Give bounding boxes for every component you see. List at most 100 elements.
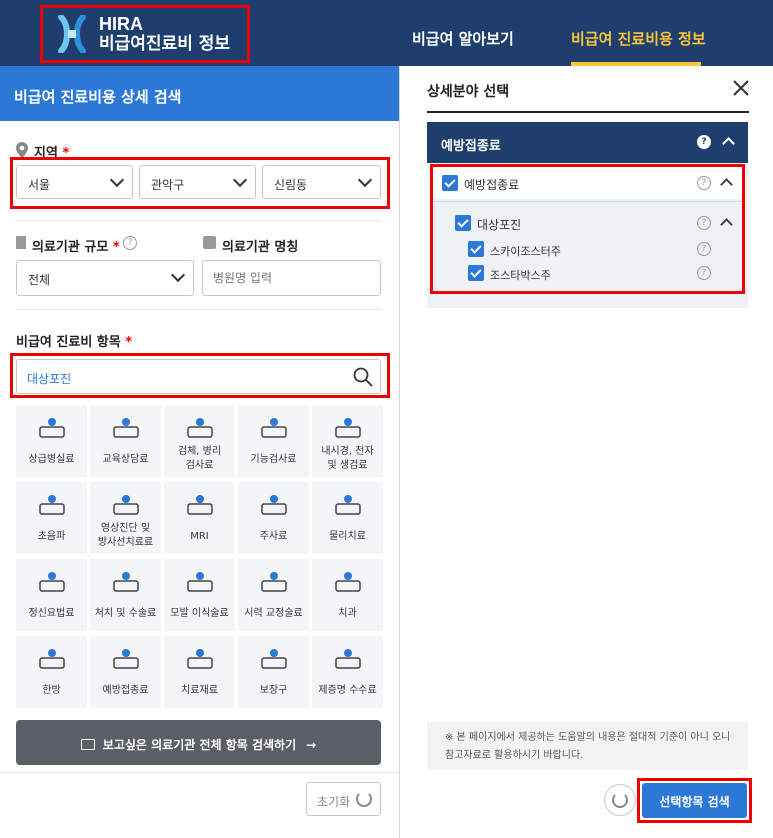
category-tile[interactable]: 보장구 <box>238 636 309 708</box>
category-label: 정신요법료 <box>28 608 75 619</box>
category-label: 치료재료 <box>181 685 218 696</box>
tree-item-level2[interactable]: 스카이조스터주 ? <box>465 238 742 262</box>
mri-icon <box>184 490 216 522</box>
category-tile[interactable]: 교육상담료 <box>90 405 161 477</box>
category-tile[interactable]: 모발 이식술료 <box>164 559 235 631</box>
location-pin-icon <box>16 142 28 158</box>
checkbox-checked[interactable] <box>468 265 484 281</box>
sigungu-select[interactable]: 관악구 <box>139 165 256 199</box>
section-header[interactable]: 예방접종료 ? <box>427 122 748 163</box>
logo-title: HIRA <box>99 14 143 34</box>
tree-label: 예방접종료 <box>464 178 520 192</box>
category-tile[interactable]: 물리치료 <box>312 482 383 554</box>
category-label: 모발 이식술료 <box>170 608 229 619</box>
refresh-icon <box>612 792 628 808</box>
divider <box>0 772 400 773</box>
sido-select[interactable]: 서울 <box>16 165 133 199</box>
help-icon[interactable]: ? <box>123 236 137 250</box>
category-tile[interactable]: 치료재료 <box>164 636 235 708</box>
category-label: 초음파 <box>37 531 66 542</box>
refresh-button[interactable] <box>604 784 636 816</box>
chevron-up-icon[interactable] <box>720 218 733 231</box>
category-label: 상급병실료 <box>28 454 75 465</box>
tree-item-level0[interactable]: 예방접종료 ? <box>433 167 742 199</box>
selected-search-button[interactable]: 선택항목 검색 <box>642 783 747 818</box>
nav-noncovered-intro[interactable]: 비급여 알아보기 <box>412 28 514 49</box>
chevron-up-icon[interactable] <box>722 137 735 150</box>
scale-label: 의료기관 규모 * <box>32 240 120 255</box>
refresh-icon <box>356 791 372 807</box>
category-tile[interactable]: 예방접종료 <box>90 636 161 708</box>
help-icon[interactable]: ? <box>697 266 711 280</box>
category-tile[interactable]: 기능검사료 <box>238 405 309 477</box>
category-label: 제증명 수수료 <box>318 685 377 696</box>
chevron-down-icon <box>357 172 373 188</box>
scale-select[interactable]: 전체 <box>16 260 194 296</box>
dong-select[interactable]: 신림동 <box>262 165 381 199</box>
tree-item-level2[interactable]: 조스타박스주 ? <box>465 262 742 286</box>
help-icon[interactable]: ? <box>697 135 711 149</box>
category-tile[interactable]: MRI <box>164 482 235 554</box>
vaccine-icon <box>110 644 142 676</box>
category-label: 예방접종료 <box>102 685 149 696</box>
category-tile[interactable]: 시력 교정술료 <box>238 559 309 631</box>
item-search-input[interactable]: 대상포진 <box>16 359 381 394</box>
certificate-icon <box>332 644 364 676</box>
hair-transplant-icon <box>184 567 216 599</box>
category-tile[interactable]: 검체, 병리 검사료 <box>164 405 235 477</box>
section-title: 예방접종료 <box>441 139 501 154</box>
item-label: 비급여 진료비 항목 * <box>16 335 133 350</box>
divider <box>433 201 742 202</box>
building-icon <box>16 236 26 249</box>
chevron-up-icon[interactable] <box>720 178 733 191</box>
material-icon <box>184 644 216 676</box>
help-notice: ※ 본 페이지에서 제공하는 도움말의 내용은 절대적 기준이 아니 오니참고자… <box>427 722 748 770</box>
full-search-button[interactable]: 보고싶은 의료기관 전체 항목 검색하기 → <box>16 720 381 765</box>
reset-button[interactable]: 초기화 <box>306 782 381 816</box>
category-tile[interactable]: 초음파 <box>16 482 87 554</box>
checkbox-checked[interactable] <box>442 175 458 191</box>
syringe-hand-icon <box>258 413 290 445</box>
category-label: 방사선치료료 <box>97 537 154 548</box>
institution-name-label: 의료기관 명칭 <box>222 240 299 255</box>
bed-icon <box>36 413 68 445</box>
category-label: 검체, 병리 <box>177 446 222 457</box>
checkbox-checked[interactable] <box>468 241 484 257</box>
help-icon[interactable]: ? <box>697 176 711 190</box>
category-label: 한방 <box>42 685 61 696</box>
logo-subtitle: 비급여진료비 정보 <box>99 34 231 54</box>
search-icon[interactable] <box>353 367 373 387</box>
nav-noncovered-cost[interactable]: 비급여 진료비용 정보 <box>571 28 706 49</box>
help-icon[interactable]: ? <box>697 242 711 256</box>
category-label: 영상진단 및 <box>100 523 151 534</box>
category-label: 내시경, 천자 <box>321 446 374 457</box>
institution-name-input[interactable] <box>202 260 381 296</box>
category-tile[interactable]: 한방 <box>16 636 87 708</box>
category-label: 물리치료 <box>329 531 366 542</box>
item-search-value: 대상포진 <box>27 372 72 386</box>
category-label: MRI <box>190 531 209 542</box>
category-label: 주사료 <box>259 531 288 542</box>
category-tile[interactable]: 상급병실료 <box>16 405 87 477</box>
tree-label: 대상포진 <box>477 218 522 232</box>
tree-label: 스카이조스터주 <box>490 245 561 258</box>
category-label: 치과 <box>338 608 357 619</box>
injection-icon <box>258 490 290 522</box>
category-tile[interactable]: 내시경, 천자 및 생검료 <box>312 405 383 477</box>
category-tile[interactable]: 정신요법료 <box>16 559 87 631</box>
category-label: 교육상담료 <box>102 454 149 465</box>
category-label: 처치 및 수술료 <box>94 608 157 619</box>
category-tile[interactable]: 영상진단 및방사선치료료 <box>90 482 161 554</box>
eye-icon <box>258 567 290 599</box>
checkbox-checked[interactable] <box>455 215 471 231</box>
hira-logo[interactable]: HIRA 비급여진료비 정보 <box>40 5 250 63</box>
ear-acupuncture-icon <box>36 644 68 676</box>
category-tile[interactable]: 치과 <box>312 559 383 631</box>
help-icon[interactable]: ? <box>697 216 711 230</box>
category-tile[interactable]: 주사료 <box>238 482 309 554</box>
surgery-icon <box>110 567 142 599</box>
tree-item-level1[interactable]: 대상포진 ? <box>448 206 742 238</box>
category-tile[interactable]: 제증명 수수료 <box>312 636 383 708</box>
close-icon[interactable] <box>732 79 750 97</box>
category-tile[interactable]: 처치 및 수술료 <box>90 559 161 631</box>
